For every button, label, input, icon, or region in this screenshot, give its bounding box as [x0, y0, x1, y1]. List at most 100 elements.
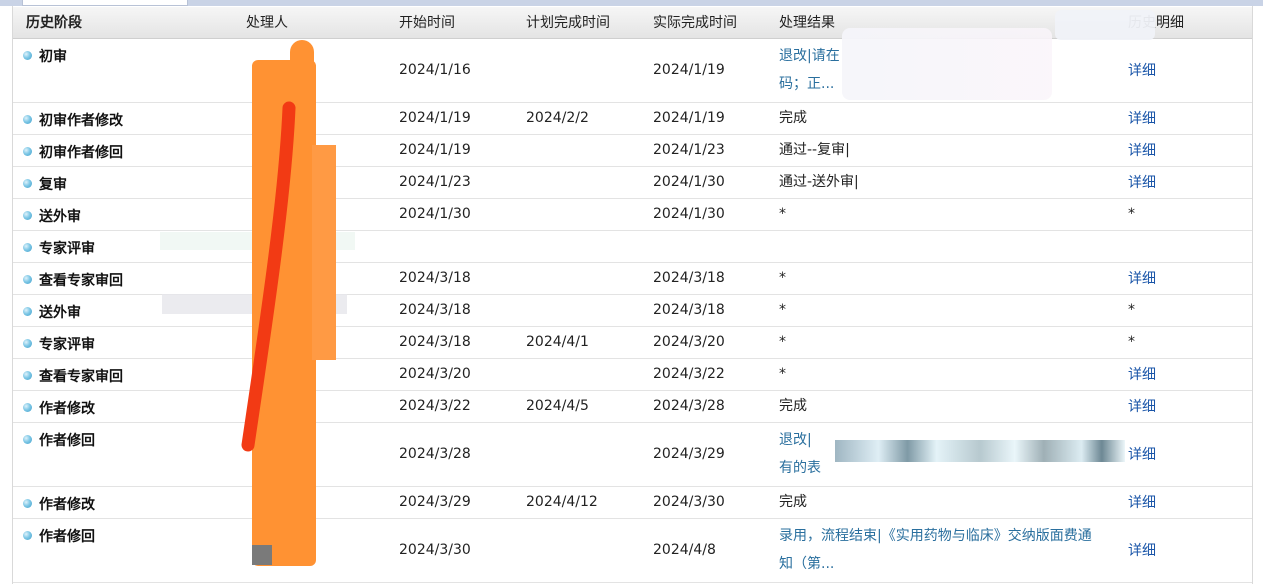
- handler-cell: [246, 134, 399, 167]
- start-time-cell: 2024/3/29: [399, 486, 526, 519]
- planned-time-cell: [526, 198, 653, 231]
- header-start-time[interactable]: 开始时间: [399, 7, 526, 39]
- stage-cell: 作者修回: [13, 422, 246, 487]
- stage-label: 初审作者修回: [39, 144, 123, 161]
- planned-time-cell: [526, 38, 653, 103]
- planned-time-cell: 2024/2/2: [526, 102, 653, 135]
- detail-cell: 详细: [1128, 358, 1252, 391]
- stage-label: 查看专家审回: [39, 272, 123, 289]
- stage-cell: 初审作者修改: [13, 102, 246, 135]
- table-row: 专家评审 2024/3/18 2024/4/1 2024/3/20 * *: [13, 326, 1252, 359]
- result-text-more[interactable]: 码；正...: [779, 76, 834, 92]
- stage-cell: 作者修回: [13, 518, 246, 583]
- result-cell: *: [779, 198, 1128, 231]
- stage-label: 作者修回: [39, 528, 95, 545]
- result-text[interactable]: 退改|请在: [779, 48, 840, 64]
- table-row: 初审作者修改 2024/1/19 2024/2/2 2024/1/19 完成 详细: [13, 102, 1252, 135]
- result-cell: *: [779, 326, 1128, 359]
- detail-cell: *: [1128, 198, 1252, 231]
- table-row: 专家评审: [13, 230, 1252, 263]
- detail-link[interactable]: 详细: [1128, 175, 1156, 191]
- detail-text: *: [1128, 302, 1135, 318]
- detail-link[interactable]: 详细: [1128, 111, 1156, 127]
- actual-time-cell: 2024/3/29: [653, 422, 779, 487]
- result-text-more[interactable]: 有的表: [779, 460, 821, 476]
- start-time-cell: 2024/3/20: [399, 358, 526, 391]
- detail-cell: *: [1128, 326, 1252, 359]
- header-detail[interactable]: 历史明细: [1128, 7, 1252, 39]
- stage-bullet-icon: [23, 338, 32, 348]
- stage-bullet-icon: [23, 50, 32, 60]
- planned-time-cell: 2024/4/1: [526, 326, 653, 359]
- result-cell[interactable]: 录用，流程结束|《实用药物与临床》交纳版面费通 知（第...: [779, 518, 1128, 583]
- start-time-cell: 2024/3/28: [399, 422, 526, 487]
- handler-cell: [246, 230, 399, 263]
- start-time-cell: 2024/1/19: [399, 134, 526, 167]
- stage-label: 作者修改: [39, 400, 95, 417]
- result-cell[interactable]: 退改|请在码；正...: [779, 38, 1128, 103]
- result-text: 完成: [779, 494, 807, 510]
- planned-time-cell: [526, 262, 653, 295]
- result-cell: *: [779, 294, 1128, 327]
- handler-cell: [246, 390, 399, 423]
- handler-cell: [246, 102, 399, 135]
- result-text[interactable]: 退改|: [779, 432, 812, 448]
- planned-time-cell: [526, 422, 653, 487]
- start-time-cell: 2024/1/23: [399, 166, 526, 199]
- actual-time-cell: 2024/1/19: [653, 102, 779, 135]
- stage-cell: 送外审: [13, 294, 246, 327]
- stage-label: 送外审: [39, 208, 81, 225]
- actual-time-cell: 2024/3/20: [653, 326, 779, 359]
- stage-bullet-icon: [23, 146, 32, 156]
- result-text-more[interactable]: 知（第...: [779, 556, 834, 572]
- stage-label: 作者修改: [39, 496, 95, 513]
- handler-cell: [246, 422, 399, 487]
- handler-cell: [246, 166, 399, 199]
- table-row: 查看专家审回 2024/3/18 2024/3/18 * 详细: [13, 262, 1252, 295]
- header-handler[interactable]: 处理人: [246, 7, 399, 39]
- detail-text: *: [1128, 206, 1135, 222]
- start-time-cell: 2024/3/18: [399, 262, 526, 295]
- planned-time-cell: [526, 230, 653, 263]
- header-planned-time[interactable]: 计划完成时间: [526, 7, 653, 39]
- stage-cell: 专家评审: [13, 326, 246, 359]
- result-text: 通过--复审|: [779, 142, 850, 158]
- header-stage[interactable]: 历史阶段: [13, 7, 246, 39]
- detail-link[interactable]: 详细: [1128, 543, 1156, 559]
- planned-time-cell: [526, 358, 653, 391]
- start-time-cell: [399, 230, 526, 263]
- planned-time-cell: 2024/4/5: [526, 390, 653, 423]
- actual-time-cell: 2024/3/28: [653, 390, 779, 423]
- table-row: 作者修改 2024/3/29 2024/4/12 2024/3/30 完成 详细: [13, 486, 1252, 519]
- result-cell: 完成: [779, 486, 1128, 519]
- actual-time-cell: 2024/1/30: [653, 166, 779, 199]
- detail-link[interactable]: 详细: [1128, 271, 1156, 287]
- result-text: 通过-送外审|: [779, 174, 859, 190]
- start-time-cell: 2024/1/16: [399, 38, 526, 103]
- detail-link[interactable]: 详细: [1128, 367, 1156, 383]
- detail-link[interactable]: 详细: [1128, 63, 1156, 79]
- stage-bullet-icon: [23, 306, 32, 316]
- result-cell[interactable]: 退改| 有的表: [779, 422, 1128, 487]
- detail-cell: 详细: [1128, 38, 1252, 103]
- header-actual-time[interactable]: 实际完成时间: [653, 7, 779, 39]
- detail-link[interactable]: 详细: [1128, 399, 1156, 415]
- stage-label: 初审: [39, 48, 67, 65]
- result-text[interactable]: 录用，流程结束|《实用药物与临床》交纳版面费通: [779, 528, 1092, 544]
- actual-time-cell: 2024/3/30: [653, 486, 779, 519]
- result-text: 完成: [779, 398, 807, 414]
- stage-label: 作者修回: [39, 432, 95, 449]
- result-text: *: [779, 270, 786, 286]
- detail-link[interactable]: 详细: [1128, 447, 1156, 463]
- table-header-row: 历史阶段 处理人 开始时间 计划完成时间 实际完成时间 处理结果 历史明细: [13, 7, 1252, 39]
- stage-cell: 复审: [13, 166, 246, 199]
- table-row: 复审 2024/1/23 2024/1/30 通过-送外审| 详细: [13, 166, 1252, 199]
- header-result[interactable]: 处理结果: [779, 7, 1128, 39]
- planned-time-cell: 2024/4/12: [526, 486, 653, 519]
- handler-cell: [246, 294, 399, 327]
- detail-cell: 详细: [1128, 166, 1252, 199]
- start-time-cell: 2024/3/30: [399, 518, 526, 583]
- detail-link[interactable]: 详细: [1128, 143, 1156, 159]
- detail-link[interactable]: 详细: [1128, 495, 1156, 511]
- table-row: 作者修回 2024/3/28 2024/3/29 退改| 有的表 详细: [13, 422, 1252, 487]
